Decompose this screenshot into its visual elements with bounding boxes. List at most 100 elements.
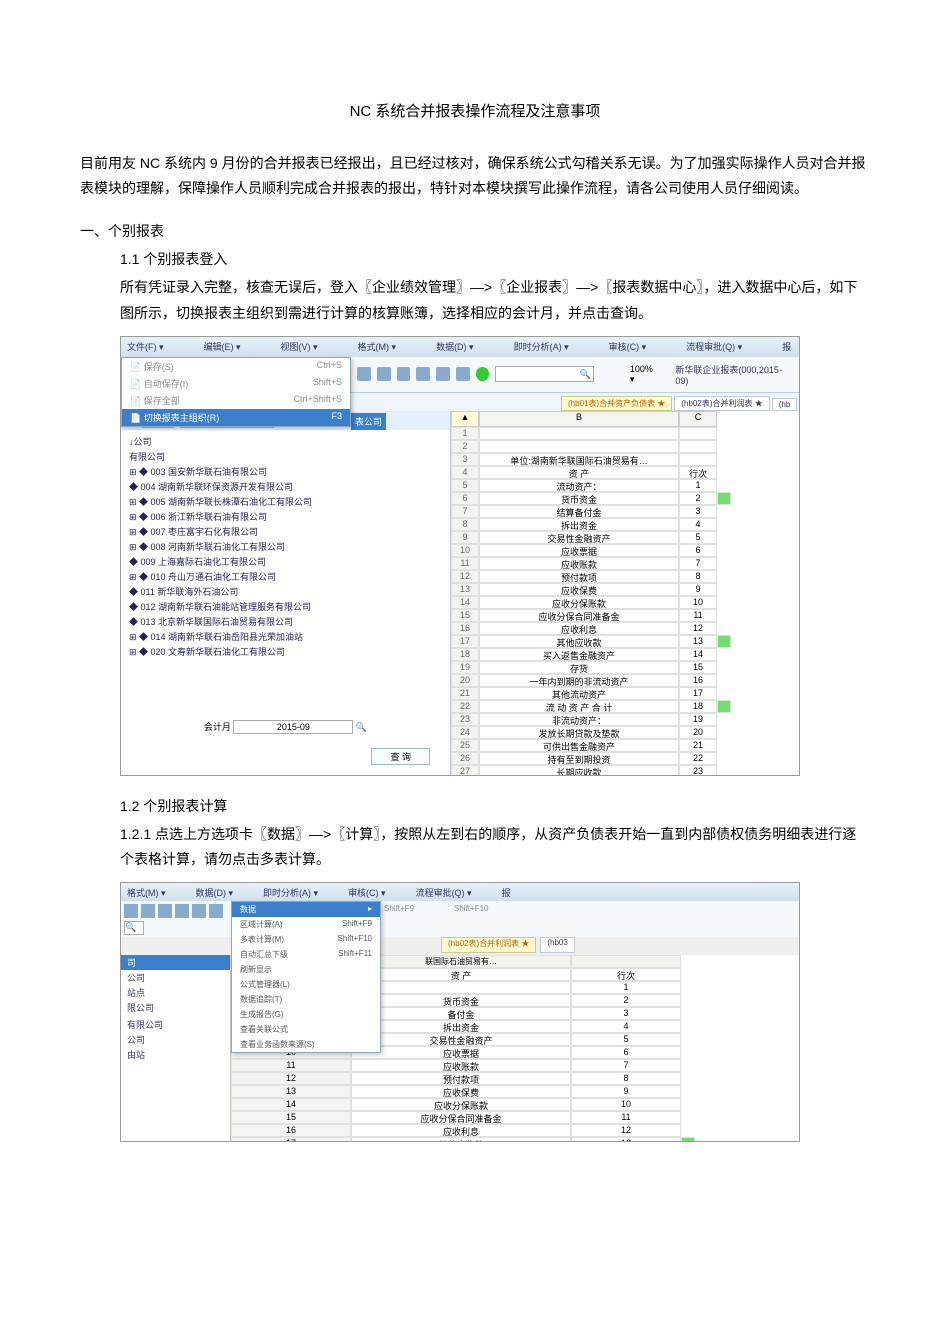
grid-row[interactable]: 15应收分保合同准备金11 <box>231 1111 799 1124</box>
search-icon[interactable]: 🔍 <box>124 921 144 935</box>
menu-item[interactable]: 格式(M) ▾ <box>127 886 166 899</box>
grid-row[interactable]: 26持有至到期投资22 <box>451 752 799 765</box>
grid-row[interactable]: 23非流动资产：19 <box>451 713 799 726</box>
tree-node[interactable]: 有限公司 <box>129 449 442 464</box>
grid-row[interactable]: 13应收保费9 <box>451 583 799 596</box>
menu-item[interactable]: 流程审批(Q) ▾ <box>416 886 472 899</box>
tree-node[interactable]: ⊞ ◆ 006 浙江新华联石油有限公司 <box>129 509 442 524</box>
dropdown-item[interactable]: 查看业务函数来源(S) <box>232 1037 380 1052</box>
dropdown-item[interactable]: 📄 保存(S)Ctrl+S <box>122 358 350 375</box>
grid-row[interactable]: 3单位:湖南新华联国际石油贸易有… <box>451 453 799 466</box>
dropdown-item[interactable]: 数据追踪(T) <box>232 992 380 1007</box>
dropdown-item[interactable]: 多表计算(M)Shift+F10 <box>232 932 380 947</box>
search-input[interactable]: 🔍 <box>495 366 593 382</box>
dropdown-item[interactable]: 公式管理器(L) <box>232 977 380 992</box>
dropdown-item[interactable]: 区域计算(A)Shift+F9 <box>232 917 380 932</box>
list-item[interactable]: 公司 <box>121 970 230 985</box>
menu-item[interactable]: 数据(D) ▾ <box>196 886 234 899</box>
dropdown-item[interactable]: 自动汇总下级Shift+F11 <box>232 947 380 962</box>
grid-row[interactable]: 11应收账款7 <box>231 1059 799 1072</box>
refresh-icon[interactable] <box>476 367 490 381</box>
menu-item[interactable]: 编辑(E) ▾ <box>204 340 241 353</box>
menu-item[interactable]: 视图(V) ▾ <box>281 340 318 353</box>
grid-row[interactable]: 15应收分保合同准备金11 <box>451 609 799 622</box>
dropdown-item[interactable]: 📄 切换报表主组织(R)F3 <box>122 409 350 426</box>
grid-row[interactable]: 17其他应收款13 <box>451 635 799 648</box>
zoom-icon[interactable] <box>456 367 470 381</box>
tree-node[interactable]: ◆ 004 湖南新华联环保资源开发有限公司 <box>129 479 442 494</box>
org-tree[interactable]: ↓公司有限公司⊞ ◆ 003 国安新华联石油有限公司 ◆ 004 湖南新华联环保… <box>121 430 450 663</box>
menu-item[interactable]: 审核(C) ▾ <box>609 340 647 353</box>
tree-node[interactable]: ⊞ ◆ 005 湖南新华联长株潭石油化工有限公司 <box>129 494 442 509</box>
cut-icon[interactable] <box>357 367 371 381</box>
grid-row[interactable]: 13应收保费9 <box>231 1085 799 1098</box>
grid-row[interactable]: 12预付款项8 <box>231 1072 799 1085</box>
grid-row[interactable]: 21其他流动资产17 <box>451 687 799 700</box>
tool-icon[interactable] <box>175 904 189 918</box>
menu-item[interactable]: 即时分析(A) ▾ <box>514 340 569 353</box>
grid-row[interactable]: 17其他应收款13 <box>231 1137 799 1142</box>
grid-row[interactable]: 16应收利息12 <box>451 622 799 635</box>
grid-row[interactable]: 7结算备付金3 <box>451 505 799 518</box>
report-tab[interactable]: (hb02表)合并利润表 ★ <box>441 937 536 953</box>
grid-row[interactable]: 9交易性金融资产5 <box>451 531 799 544</box>
grid-row[interactable]: 1 <box>451 427 799 440</box>
report-tab[interactable]: (hb03 <box>540 937 574 953</box>
grid-row[interactable]: 12预付款项8 <box>451 570 799 583</box>
dropdown-item[interactable]: 刷新显示 <box>232 962 380 977</box>
report-tab[interactable]: (hb02表)合并利润表 ★ <box>674 396 769 411</box>
grid-row[interactable]: 19存货15 <box>451 661 799 674</box>
menu-item[interactable]: 报 <box>782 340 791 353</box>
tree-node[interactable]: ⊞ ◆ 010 舟山万通石油化工有限公司 <box>129 569 442 584</box>
grid-row[interactable]: 11应收账款7 <box>451 557 799 570</box>
tool-icon[interactable] <box>124 904 138 918</box>
tool-icon[interactable] <box>158 904 172 918</box>
list-item[interactable]: 公司 <box>121 1032 230 1047</box>
grid-row[interactable]: 16应收利息12 <box>231 1124 799 1137</box>
dropdown-item[interactable]: 📄 自动保存(I)Shift+S <box>122 375 350 392</box>
tree-node[interactable]: ◆ 012 湖南新华联石油能站管理服务有限公司 <box>129 599 442 614</box>
tree-node[interactable]: ⊞ ◆ 020 文寿新华联石油化工有限公司 <box>129 644 442 659</box>
print-icon[interactable] <box>436 367 450 381</box>
grid-row[interactable]: 8拆出资金4 <box>451 518 799 531</box>
dropdown-item[interactable]: 📄 保存全部Ctrl+Shift+S <box>122 392 350 409</box>
list-item[interactable]: 站点 <box>121 985 230 1000</box>
tree-node[interactable]: ◆ 011 新华联海外石油公司 <box>129 584 442 599</box>
menu-item[interactable]: 格式(M) ▾ <box>358 340 397 353</box>
menu-item[interactable]: 文件(F) ▾ <box>127 340 164 353</box>
tool-icon[interactable] <box>141 904 155 918</box>
copy-icon[interactable] <box>377 367 391 381</box>
tool-icon[interactable] <box>192 904 206 918</box>
list-item[interactable]: 有限公司 <box>121 1017 230 1032</box>
tree-node[interactable]: ⊞ ◆ 003 国安新华联石油有限公司 <box>129 464 442 479</box>
dropdown-item[interactable]: 生成报告(G) <box>232 1007 380 1022</box>
grid-row[interactable]: 25可供出售金融资产21 <box>451 739 799 752</box>
menu-item[interactable]: 审核(C) ▾ <box>348 886 386 899</box>
menu-item[interactable]: 流程审批(Q) ▾ <box>686 340 742 353</box>
tree-node[interactable]: ⊞ ◆ 008 河南新华联石油化工有限公司 <box>129 539 442 554</box>
grid-row[interactable]: 14应收分保账款10 <box>451 596 799 609</box>
tool-icon[interactable] <box>209 904 223 918</box>
menu-item[interactable]: 即时分析(A) ▾ <box>263 886 318 899</box>
grid-row[interactable]: 24发放长期贷款及垫款20 <box>451 726 799 739</box>
report-tab[interactable]: (hb <box>772 398 798 411</box>
date-input[interactable]: 2015-09 <box>233 720 353 734</box>
submenu-item[interactable]: Shift+F10 <box>454 904 488 934</box>
grid-row[interactable]: 5流动资产：1 <box>451 479 799 492</box>
paste-icon[interactable] <box>397 367 411 381</box>
zoom-dropdown[interactable]: 100% ▾ <box>630 364 660 385</box>
menu-item[interactable]: 数据(D) ▾ <box>436 340 474 353</box>
grid-row[interactable]: 2 <box>451 440 799 453</box>
grid-row[interactable]: 6货币资金2 <box>451 492 799 505</box>
tree-node[interactable]: ⊞ ◆ 014 湖南新华联石油岳阳县光荣加油站 <box>129 629 442 644</box>
grid-row[interactable]: 10应收票据6 <box>451 544 799 557</box>
dropdown-item[interactable]: 数据▸ <box>232 902 380 917</box>
tree-node[interactable]: ◆ 009 上海嘉际石油化工有限公司 <box>129 554 442 569</box>
report-tab[interactable]: (hb01表)合并资产负债表 ★ <box>561 396 672 411</box>
save-icon[interactable] <box>416 367 430 381</box>
grid-row[interactable]: 20一年内到期的非流动资产16 <box>451 674 799 687</box>
grid-row[interactable]: 18买入返售金融资产14 <box>451 648 799 661</box>
tree-node[interactable]: ◆ 013 北京新华联国际石油贸易有限公司 <box>129 614 442 629</box>
grid-row[interactable]: 27长期应收款23 <box>451 765 799 775</box>
grid-row[interactable]: 4资 产行次 <box>451 466 799 479</box>
